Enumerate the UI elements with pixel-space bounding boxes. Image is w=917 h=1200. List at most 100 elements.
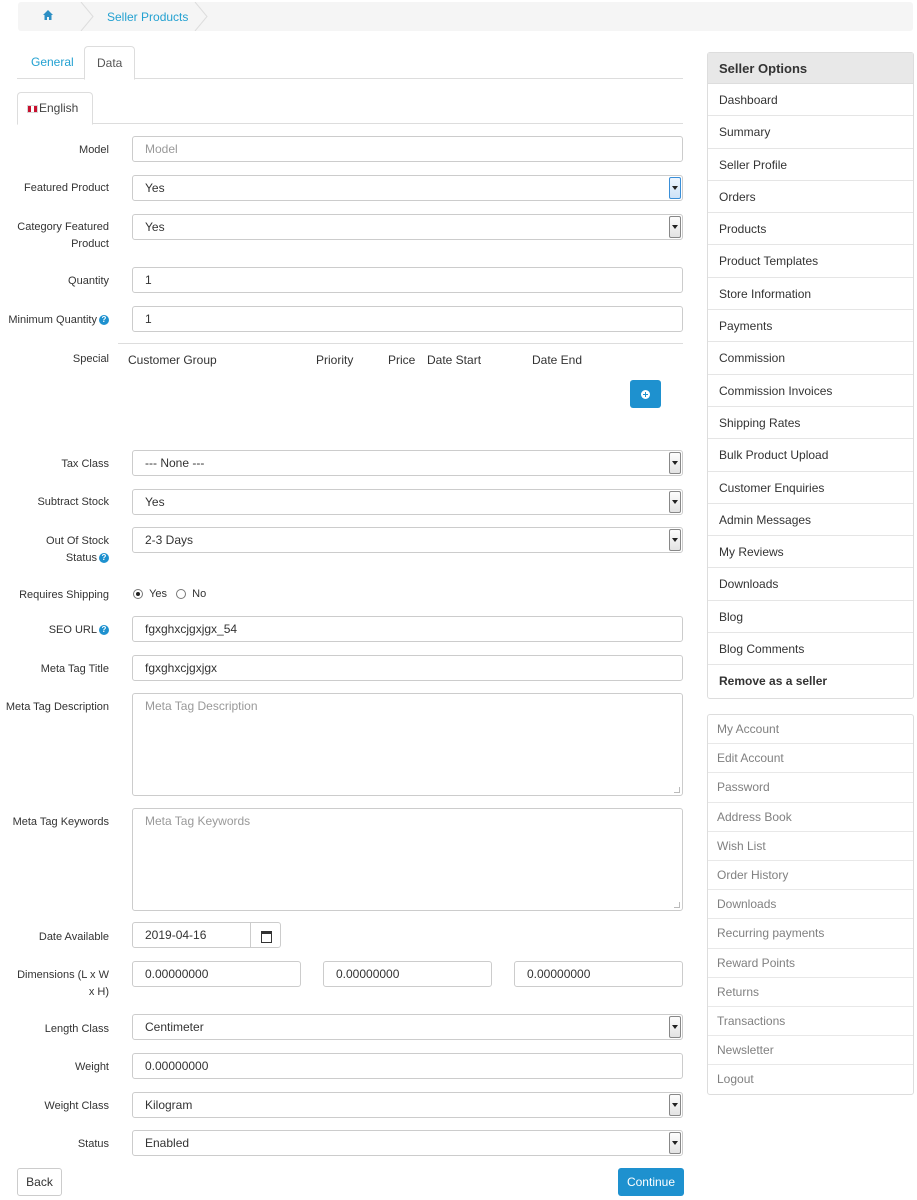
model-input[interactable]: Model xyxy=(132,136,683,162)
seller-menu-customer-enquiries[interactable]: Customer Enquiries xyxy=(708,472,913,504)
special-column-date-start: Date Start xyxy=(427,353,482,367)
featured-product-select[interactable]: Yes xyxy=(132,175,683,201)
out-of-stock-status-select[interactable]: 2-3 Days xyxy=(132,527,683,553)
category-featured-product-label: Category Featured Product xyxy=(17,221,109,250)
seller-menu-orders[interactable]: Orders xyxy=(708,181,913,214)
help-icon[interactable]: ? xyxy=(99,553,109,564)
breadcrumb-item-seller-products[interactable]: Seller Products xyxy=(107,10,188,24)
date-available-input[interactable]: 2019-04-16 xyxy=(132,922,251,948)
dimension-height-input[interactable]: 0.00000000 xyxy=(514,961,683,987)
requires-shipping-yes-label: Yes xyxy=(149,588,168,600)
seller-menu-summary[interactable]: Summary xyxy=(708,116,913,149)
length-class-select[interactable]: Centimeter xyxy=(132,1014,683,1040)
tab-data[interactable]: Data xyxy=(84,46,136,80)
account-link-recurring-payments[interactable]: Recurring payments xyxy=(708,919,913,949)
account-link-downloads[interactable]: Downloads xyxy=(708,890,913,920)
account-link-address-book[interactable]: Address Book xyxy=(708,803,913,832)
seller-options-title: Seller Options xyxy=(708,53,913,84)
account-links-panel: My Account Edit Account Password Address… xyxy=(707,714,914,1096)
seller-menu-product-templates[interactable]: Product Templates xyxy=(708,245,913,278)
tab-language-english[interactable]: English xyxy=(17,92,93,125)
account-link-my-account[interactable]: My Account xyxy=(708,715,913,745)
account-link-password[interactable]: Password xyxy=(708,773,913,803)
special-column-price: Price xyxy=(388,353,416,367)
seller-menu-my-reviews[interactable]: My Reviews xyxy=(708,536,913,569)
status-select[interactable]: Enabled xyxy=(132,1130,683,1156)
seller-menu-blog[interactable]: Blog xyxy=(708,601,913,634)
seller-menu-remove-as-seller[interactable]: Remove as a seller xyxy=(708,665,913,697)
account-link-wish-list[interactable]: Wish List xyxy=(708,832,913,861)
add-special-button[interactable] xyxy=(630,380,661,408)
chevron-down-icon xyxy=(669,177,681,199)
category-featured-product-select[interactable]: Yes xyxy=(132,214,683,240)
account-link-reward-points[interactable]: Reward Points xyxy=(708,949,913,978)
account-link-order-history[interactable]: Order History xyxy=(708,861,913,891)
seller-menu-store-information[interactable]: Store Information xyxy=(708,278,913,311)
seller-menu-admin-messages[interactable]: Admin Messages xyxy=(708,504,913,537)
meta-tag-title-label: Meta Tag Title xyxy=(40,663,109,675)
account-link-transactions[interactable]: Transactions xyxy=(708,1007,913,1037)
subtract-stock-select[interactable]: Yes xyxy=(132,489,683,515)
meta-tag-description-textarea[interactable]: Meta Tag Description xyxy=(132,693,683,796)
account-link-newsletter[interactable]: Newsletter xyxy=(708,1036,913,1066)
requires-shipping-no-label: No xyxy=(192,588,207,600)
tax-class-select[interactable]: --- None --- xyxy=(132,450,683,476)
resize-handle-icon[interactable] xyxy=(674,902,680,908)
quantity-label: Quantity xyxy=(68,275,109,287)
status-value: Enabled xyxy=(145,1136,190,1150)
requires-shipping-label: Requires Shipping xyxy=(19,589,109,601)
seller-options-panel: Seller Options Dashboard Summary Seller … xyxy=(707,52,914,699)
seller-menu-dashboard[interactable]: Dashboard xyxy=(708,84,913,117)
continue-button[interactable]: Continue xyxy=(618,1168,684,1196)
minimum-quantity-input[interactable]: 1 xyxy=(132,306,683,332)
breadcrumb-separator-icon xyxy=(80,2,94,31)
home-icon[interactable] xyxy=(42,9,56,23)
dimension-length-input[interactable]: 0.00000000 xyxy=(132,961,301,987)
seller-menu-bulk-product-upload[interactable]: Bulk Product Upload xyxy=(708,439,913,472)
account-link-logout[interactable]: Logout xyxy=(708,1065,913,1094)
seo-url-input[interactable]: fgxghxcjgxjgx_54 xyxy=(132,616,683,642)
minimum-quantity-label-text: Minimum Quantity xyxy=(8,314,97,326)
requires-shipping-radio-group: Yes No xyxy=(133,588,206,600)
seller-menu-payments[interactable]: Payments xyxy=(708,310,913,343)
calendar-icon[interactable] xyxy=(250,922,281,948)
quantity-input[interactable]: 1 xyxy=(132,267,683,293)
chevron-down-icon xyxy=(669,529,681,551)
special-column-date-end: Date End xyxy=(532,353,583,367)
seller-menu-commission[interactable]: Commission xyxy=(708,342,913,375)
language-tabs: English xyxy=(17,92,683,125)
weight-class-select[interactable]: Kilogram xyxy=(132,1092,683,1118)
help-icon[interactable]: ? xyxy=(99,625,109,636)
special-column-priority: Priority xyxy=(316,353,354,367)
seller-menu-seller-profile[interactable]: Seller Profile xyxy=(708,149,913,181)
weight-input[interactable]: 0.00000000 xyxy=(132,1053,683,1079)
meta-tag-title-input[interactable]: fgxghxcjgxjgx xyxy=(132,655,683,681)
out-of-stock-status-value: 2-3 Days xyxy=(145,533,194,547)
meta-tag-description-label: Meta Tag Description xyxy=(5,701,109,713)
account-link-edit-account[interactable]: Edit Account xyxy=(708,744,913,774)
model-label: Model xyxy=(79,144,109,156)
help-icon[interactable]: ? xyxy=(99,315,109,326)
tab-general[interactable]: General xyxy=(19,46,86,79)
subtract-stock-label: Subtract Stock xyxy=(37,496,109,508)
seller-menu-products[interactable]: Products xyxy=(708,213,913,246)
featured-product-label: Featured Product xyxy=(24,182,109,194)
chevron-down-icon xyxy=(669,452,681,474)
weight-class-value: Kilogram xyxy=(145,1098,193,1112)
seller-menu-downloads[interactable]: Downloads xyxy=(708,568,913,601)
category-featured-product-value: Yes xyxy=(145,220,165,234)
requires-shipping-yes-radio[interactable] xyxy=(133,589,143,600)
requires-shipping-no-radio[interactable] xyxy=(176,589,187,600)
resize-handle-icon[interactable] xyxy=(674,787,680,793)
seo-url-label: SEO URL? xyxy=(49,622,109,638)
back-button[interactable]: Back xyxy=(17,1168,62,1196)
subtract-stock-value: Yes xyxy=(145,495,165,509)
seller-menu-commission-invoices[interactable]: Commission Invoices xyxy=(708,375,913,407)
account-link-returns[interactable]: Returns xyxy=(708,978,913,1007)
seller-menu-shipping-rates[interactable]: Shipping Rates xyxy=(708,407,913,440)
seller-menu-blog-comments[interactable]: Blog Comments xyxy=(708,633,913,666)
meta-tag-keywords-textarea[interactable]: Meta Tag Keywords xyxy=(132,808,683,911)
tax-class-label: Tax Class xyxy=(61,458,109,470)
dimension-width-input[interactable]: 0.00000000 xyxy=(323,961,492,987)
special-column-customer-group: Customer Group xyxy=(128,353,217,367)
